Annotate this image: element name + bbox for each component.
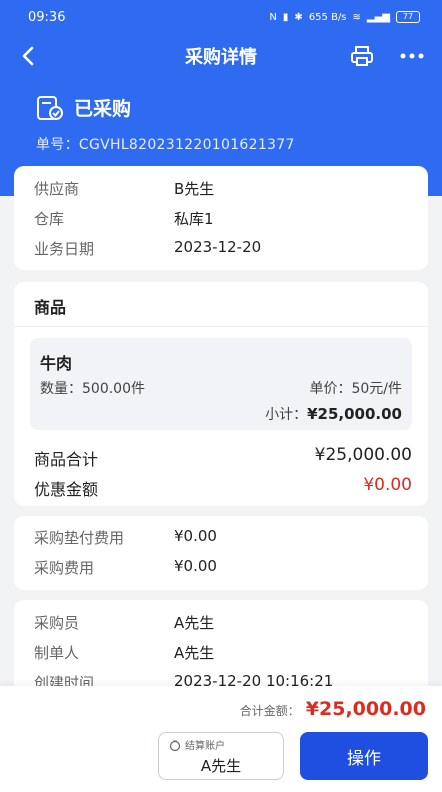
purchase-fee-value: ¥0.00 xyxy=(174,557,217,575)
settlement-account-button[interactable]: 结算账户 A先生 xyxy=(158,732,284,780)
nfc-icon: N xyxy=(269,11,277,23)
goods-unit-price: 单价：50元/件 xyxy=(309,381,402,397)
subtotal-label: 小计： xyxy=(265,407,308,423)
goods-item[interactable]: 牛肉 数量：500.00件 单价：50元/件 小计：¥25,000.00 xyxy=(30,338,412,430)
fees-card: 采购垫付费用 ¥0.00 采购费用 ¥0.00 xyxy=(14,516,428,590)
more-button[interactable] xyxy=(396,40,428,72)
business-date-value: 2023-12-20 xyxy=(174,238,262,256)
settlement-account-label: 结算账户 xyxy=(185,741,225,752)
goods-title: 商品 xyxy=(34,298,67,317)
warehouse-value: 私库1 xyxy=(174,210,214,228)
order-number-value: CGVHL820231220101621377 xyxy=(78,137,295,153)
vibrate-icon: ▮ xyxy=(282,11,289,23)
back-button[interactable] xyxy=(12,40,44,72)
bottom-bar: 合计金额： ¥25,000.00 结算账户 A先生 操作 xyxy=(0,686,442,792)
action-button[interactable]: 操作 xyxy=(300,732,428,780)
settlement-account-value: A先生 xyxy=(200,757,242,775)
goods-quantity: 数量：500.00件 xyxy=(40,381,145,397)
grand-total-value: ¥25,000.00 xyxy=(305,698,426,720)
buyer-label: 采购员 xyxy=(34,614,80,632)
supplier-value: B先生 xyxy=(174,180,215,198)
goods-total-value: ¥25,000.00 xyxy=(314,445,412,465)
purchase-fee-label: 采购费用 xyxy=(34,559,95,577)
grand-total: 合计金额： ¥25,000.00 xyxy=(240,698,426,720)
discount-label: 优惠金额 xyxy=(34,480,99,499)
goods-card: 商品 牛肉 数量：500.00件 单价：50元/件 小计：¥25,000.00 … xyxy=(14,282,428,506)
settlement-account-caption: 结算账户 xyxy=(169,737,225,752)
order-number: 单号：CGVHL820231220101621377 xyxy=(36,134,295,154)
page-title: 采购详情 xyxy=(185,47,257,68)
order-number-label: 单号： xyxy=(36,137,79,153)
status-icons: N ▮ ✱ 655 B/s ≋ ▂▄▆ 77 xyxy=(269,11,420,23)
status-bar: 09:36 N ▮ ✱ 655 B/s ≋ ▂▄▆ 77 xyxy=(0,0,442,34)
info-card: 供应商 B先生 仓库 私库1 业务日期 2023-12-20 xyxy=(14,166,428,270)
status-text: 已采购 xyxy=(74,98,132,120)
creator-value: A先生 xyxy=(174,644,215,662)
battery-icon: 77 xyxy=(396,11,420,23)
warehouse-label: 仓库 xyxy=(34,210,65,228)
buyer-value: A先生 xyxy=(174,614,215,632)
divider xyxy=(14,326,428,327)
creator-label: 制单人 xyxy=(34,644,80,662)
supplier-label: 供应商 xyxy=(34,180,80,198)
advance-fee-value: ¥0.00 xyxy=(174,527,217,545)
more-dots-icon xyxy=(400,53,424,59)
net-speed: 655 B/s xyxy=(308,11,347,23)
signal-icon: ▂▄▆ xyxy=(366,11,390,23)
bluetooth-icon: ✱ xyxy=(294,11,303,23)
money-bag-icon xyxy=(169,740,181,751)
status-time: 09:36 xyxy=(28,9,66,25)
discount-value: ¥0.00 xyxy=(363,475,412,495)
order-status: 已采购 xyxy=(36,94,131,121)
wifi-icon: ≋ xyxy=(352,11,361,23)
goods-subtotal: 小计：¥25,000.00 xyxy=(265,404,402,424)
print-button[interactable] xyxy=(346,40,378,72)
subtotal-value: ¥25,000.00 xyxy=(307,405,402,423)
printer-icon xyxy=(351,46,373,66)
nav-bar: 采购详情 xyxy=(0,36,442,76)
goods-name: 牛肉 xyxy=(40,354,73,373)
advance-fee-label: 采购垫付费用 xyxy=(34,529,125,547)
grand-total-label: 合计金额： xyxy=(239,704,300,718)
order-checked-icon xyxy=(37,95,63,120)
business-date-label: 业务日期 xyxy=(34,240,95,258)
goods-total-label: 商品合计 xyxy=(34,450,99,469)
chevron-left-icon xyxy=(22,46,34,66)
